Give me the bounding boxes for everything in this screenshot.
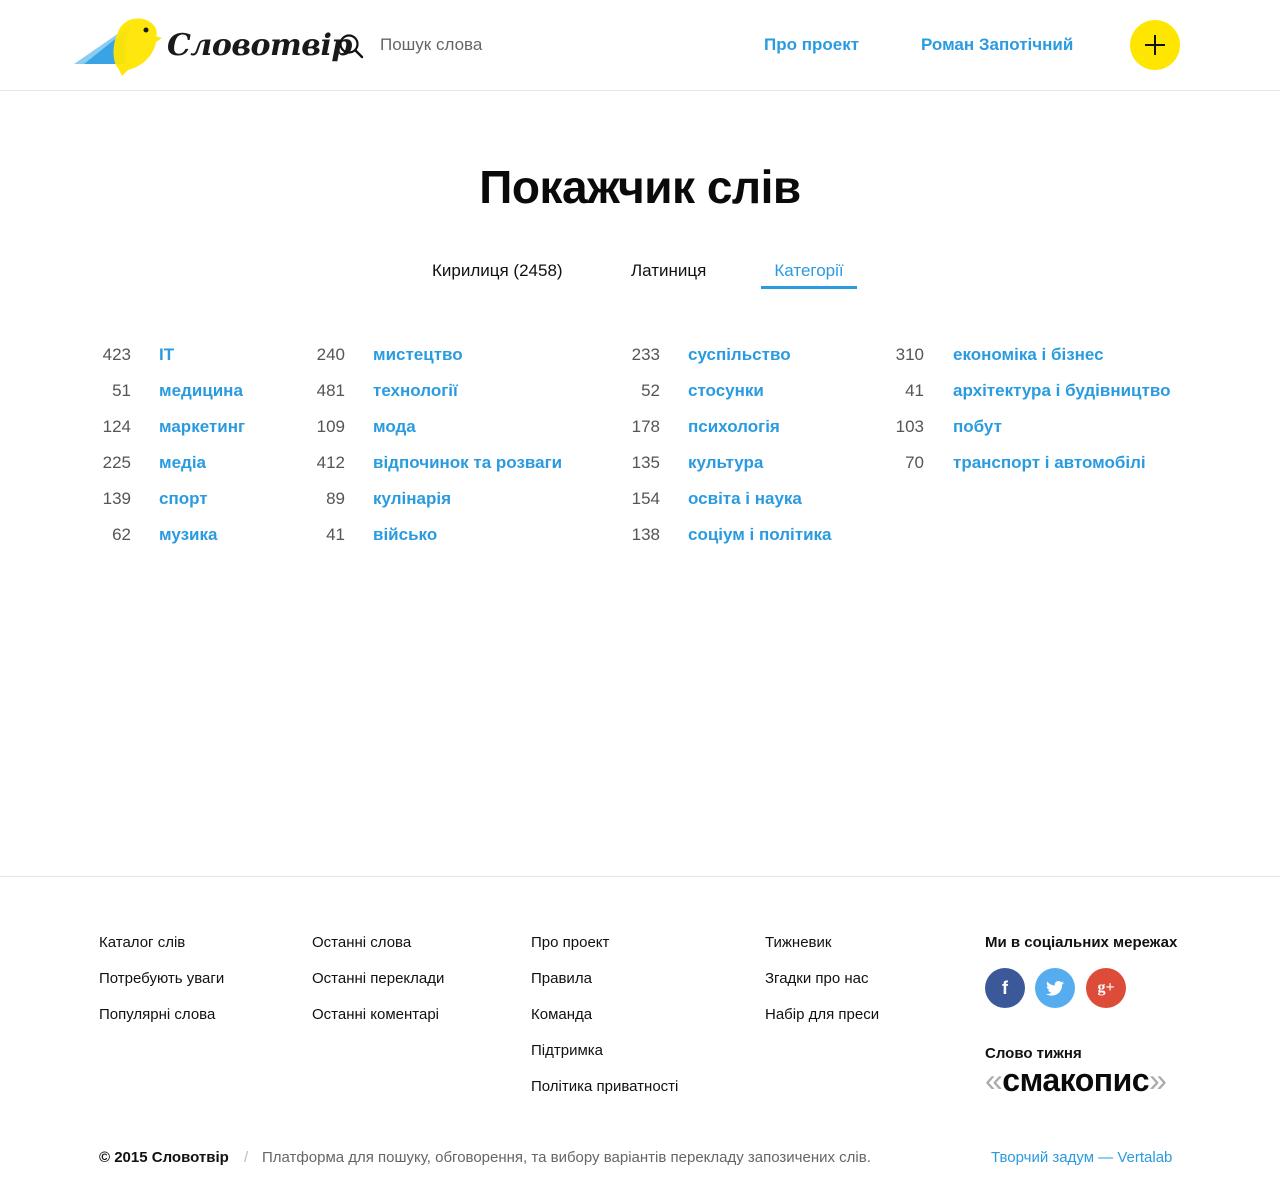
category-count: 178 [631,417,660,436]
word-of-week[interactable]: «смакопис» [985,1062,1167,1099]
footer-link-about[interactable]: Про проект [531,934,609,951]
category-link[interactable]: музика [159,525,217,545]
footer-link-recent-words[interactable]: Останні слова [312,934,411,951]
category-count: 310 [895,345,924,364]
category-link[interactable]: психологія [688,417,780,437]
word-of-week-text: смакопис [1002,1062,1150,1098]
footer-link-recent-comments[interactable]: Останні коментарі [312,1006,439,1023]
copyright: © 2015 Словотвір [99,1149,229,1166]
category-count: 109 [316,417,345,436]
category-count: 139 [102,489,131,508]
add-word-button[interactable] [1130,20,1180,70]
footer-link-needs-attention[interactable]: Потребують уваги [99,970,224,987]
category-link[interactable]: медицина [159,381,243,401]
category-link[interactable]: культура [688,453,763,473]
category-count: 412 [316,453,345,472]
category-count: 481 [316,381,345,400]
category-link[interactable]: спорт [159,489,208,509]
footer-link-popular[interactable]: Популярні слова [99,1006,215,1023]
nav-about-link[interactable]: Про проект [764,35,859,55]
category-link[interactable]: економіка і бізнес [953,345,1104,365]
category-link[interactable]: соціум і політика [688,525,831,545]
category-count: 51 [112,381,131,400]
category-count: 89 [326,489,345,508]
category-link[interactable]: архітектура і будівництво [953,381,1170,401]
footer-link-privacy[interactable]: Політика приватності [531,1078,678,1095]
footer-link-recent-translations[interactable]: Останні переклади [312,970,444,987]
footer-link-weekly[interactable]: Тижневик [765,934,831,951]
category-link[interactable]: мистецтво [373,345,463,365]
category-count: 70 [905,453,924,472]
bird-logo-icon [74,18,162,76]
category-count: 62 [112,525,131,544]
search-icon[interactable] [338,33,364,59]
category-count: 233 [631,345,660,364]
category-count: 124 [102,417,131,436]
category-link[interactable]: кулінарія [373,489,451,509]
footer-link-press-kit[interactable]: Набір для преси [765,1006,879,1023]
footer-link-catalog[interactable]: Каталог слів [99,934,185,951]
credit-link[interactable]: Творчий задум — Vertalab [991,1149,1172,1166]
category-link[interactable]: відпочинок та розваги [373,453,562,473]
category-link[interactable]: IT [159,345,174,365]
category-count: 41 [326,525,345,544]
footer-link-team[interactable]: Команда [531,1006,592,1023]
category-count: 135 [631,453,660,472]
header: Словотвір Про проект Роман Запотічний [0,0,1280,91]
category-count: 240 [316,345,345,364]
category-count: 423 [102,345,131,364]
category-count: 225 [102,453,131,472]
logo[interactable]: Словотвір [74,14,352,78]
category-count: 138 [631,525,660,544]
category-link[interactable]: транспорт і автомобілі [953,453,1146,473]
tab-latin[interactable]: Латиниця [631,261,706,281]
category-link[interactable]: маркетинг [159,417,245,437]
category-link[interactable]: технології [373,381,458,401]
page-title: Покажчик слів [479,161,801,213]
word-of-week-title: Слово тижня [985,1045,1082,1062]
category-count: 41 [905,381,924,400]
category-link[interactable]: суспільство [688,345,791,365]
footer-link-mentions[interactable]: Згадки про нас [765,970,869,987]
category-link[interactable]: побут [953,417,1002,437]
social-title: Ми в соціальних мережах [985,934,1178,951]
twitter-icon[interactable] [1035,968,1075,1008]
footer-separator: / [244,1149,249,1166]
plus-icon [1145,35,1165,55]
footer-link-support[interactable]: Підтримка [531,1042,603,1059]
tab-categories[interactable]: Категорії [761,261,857,289]
category-count: 154 [631,489,660,508]
category-link[interactable]: військо [373,525,437,545]
category-link[interactable]: медіа [159,453,206,473]
logo-text: Словотвір [167,28,352,63]
nav-user-link[interactable]: Роман Запотічний [921,35,1073,55]
category-count: 103 [895,417,924,436]
category-count: 52 [641,381,660,400]
tab-cyrillic[interactable]: Кирилиця (2458) [432,261,563,281]
facebook-icon[interactable]: f [985,968,1025,1008]
footer-link-rules[interactable]: Правила [531,970,592,987]
tagline: Платформа для пошуку, обговорення, та ви… [262,1149,871,1166]
category-link[interactable]: мода [373,417,416,437]
category-link[interactable]: стосунки [688,381,764,401]
footer-divider [0,876,1280,877]
category-link[interactable]: освіта і наука [688,489,802,509]
search-input[interactable] [380,30,680,60]
googleplus-icon[interactable]: g+ [1086,968,1126,1008]
